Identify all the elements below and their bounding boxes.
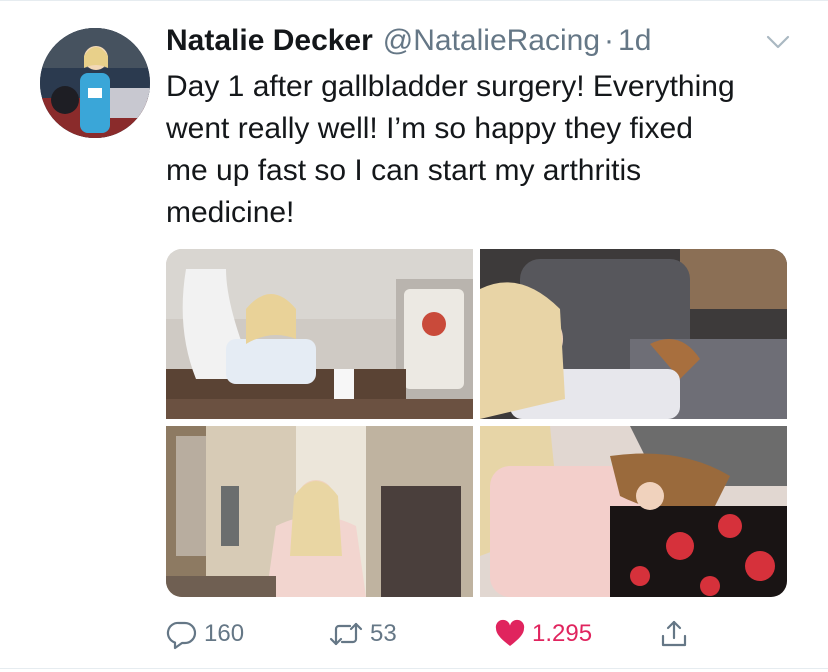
tweet-text-line: went really well! I’m so happy they fixe… [166,112,693,145]
tweet-text: Day 1 after gallbladder surgery! Everyth… [166,66,796,234]
tweet-text-line: Day 1 after gallbladder surgery! Everyth… [166,70,735,103]
retweet-count: 53 [370,620,397,647]
like-count: 1.295 [532,620,593,647]
like-button[interactable]: 1.295 [494,614,592,654]
photo-couch-with-dog[interactable] [480,249,787,419]
retweet-button[interactable]: 53 [328,614,397,654]
media-grid [166,249,787,597]
tweet-actions: 160 53 1.295 [166,614,796,654]
tweet-text-line: me up fast so I can start my arthritis [166,154,642,187]
reply-count: 160 [204,620,245,647]
heart-icon [495,619,525,646]
separator-dot: · [604,24,615,57]
author-name[interactable]: Natalie Decker [166,24,373,58]
photo-hospital-bed[interactable] [166,249,473,419]
tweet-text-line: medicine! [166,196,295,229]
author-handle[interactable]: @NatalieRacing [383,24,600,58]
reply-button[interactable]: 160 [166,614,244,654]
retweet-arrows-icon [329,622,363,646]
share-button[interactable] [658,614,690,654]
photo-bathroom-robe[interactable] [166,426,473,597]
timestamp[interactable]: 1d [618,24,651,58]
share-upload-icon [661,620,687,647]
photo-robe-with-dog[interactable] [480,426,787,597]
tweet-header: Natalie Decker @NatalieRacing · 1d [166,24,651,64]
top-divider [0,0,828,1]
speech-bubble-icon [166,621,197,650]
avatar[interactable] [40,28,150,138]
chevron-down-icon[interactable] [764,32,792,52]
bottom-divider [0,668,828,669]
